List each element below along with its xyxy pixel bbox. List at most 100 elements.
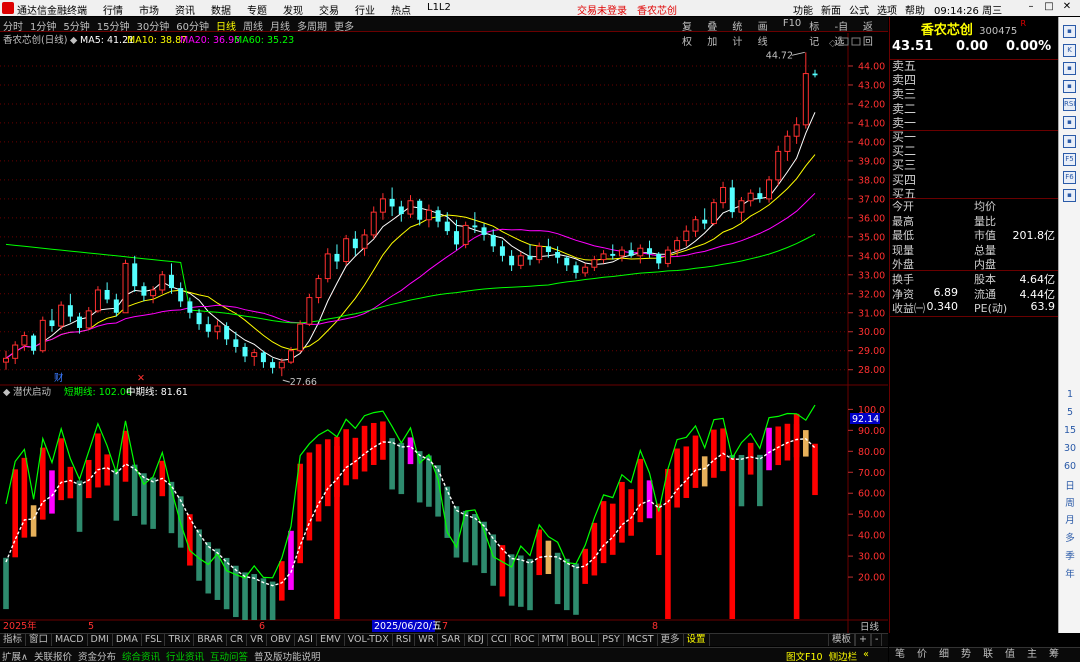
- indicator-tab-25[interactable]: 设置: [684, 634, 710, 646]
- tab-control-1[interactable]: +: [855, 634, 871, 646]
- indicator-tab-1[interactable]: 窗口: [26, 634, 53, 646]
- strip-period-10[interactable]: 年: [1059, 566, 1080, 580]
- ask-level-4[interactable]: 卖四: [892, 73, 916, 87]
- pen-icon[interactable]: ▪: [1063, 116, 1076, 129]
- period-tab-6[interactable]: 日线: [216, 18, 236, 33]
- indicator-tab-8[interactable]: CR: [227, 634, 248, 646]
- strip-period-1[interactable]: 5: [1059, 407, 1080, 418]
- strip-f6-icon[interactable]: F6: [1063, 171, 1076, 184]
- menu-topics[interactable]: 专题: [247, 2, 267, 17]
- menu-data[interactable]: 数据: [211, 2, 231, 17]
- indicator-tab-6[interactable]: TRIX: [165, 634, 195, 646]
- minimize-icon[interactable]: –: [1022, 1, 1040, 12]
- strip-period-0[interactable]: 1: [1059, 389, 1080, 400]
- menu-trade[interactable]: 交易: [319, 2, 339, 17]
- bottom-tab-1[interactable]: 关联报价: [34, 649, 72, 662]
- strip-f5-icon[interactable]: F5: [1063, 153, 1076, 166]
- bar-chart-icon[interactable]: ▪: [1063, 25, 1076, 38]
- indicator-tab-22[interactable]: PSY: [599, 634, 624, 646]
- bottom-right-tab-2[interactable]: «: [863, 649, 869, 662]
- period-tab-10[interactable]: 更多: [334, 18, 354, 33]
- bottom-tab-2[interactable]: 资金分布: [78, 649, 116, 662]
- event-marker-icon[interactable]: ✕: [137, 373, 145, 384]
- panel-tab-3[interactable]: 势: [955, 648, 977, 662]
- menu-help[interactable]: 帮助: [905, 2, 925, 17]
- grid-icon[interactable]: ▪: [1063, 135, 1076, 148]
- indicator-tab-13[interactable]: VOL-TDX: [345, 634, 393, 646]
- period-tab-8[interactable]: 月线: [270, 18, 290, 33]
- indicator-tab-5[interactable]: FSL: [142, 634, 166, 646]
- strip-period-6[interactable]: 周: [1059, 495, 1080, 509]
- candle-icon[interactable]: ▪: [1063, 80, 1076, 93]
- menu-formula[interactable]: 公式: [849, 2, 869, 17]
- tab-control-0[interactable]: 模板: [828, 634, 856, 646]
- period-tab-7[interactable]: 周线: [243, 18, 263, 33]
- menu-options[interactable]: 选项: [877, 2, 897, 17]
- bottom-tab-4[interactable]: 行业资讯: [166, 649, 204, 662]
- period-tab-5[interactable]: 60分钟: [176, 18, 209, 33]
- bid-level-3[interactable]: 买三: [892, 158, 916, 172]
- indicator-tab-7[interactable]: BRAR: [194, 634, 228, 646]
- table-icon[interactable]: ▪: [1063, 189, 1076, 202]
- tab-control-2[interactable]: -: [870, 634, 883, 646]
- panel-tab-6[interactable]: 主: [1021, 648, 1043, 662]
- panel-tab-4[interactable]: 联: [977, 648, 999, 662]
- indicator-tab-9[interactable]: VR: [247, 634, 268, 646]
- strip-k-icon[interactable]: K: [1063, 44, 1076, 57]
- menu-new-page[interactable]: 新面: [821, 2, 841, 17]
- trade-login-status[interactable]: 交易未登录: [577, 2, 627, 17]
- chart-svg[interactable]: 香农芯创(日线) ◆ MA5: 41.21 MA10: 38.87 MA20: …: [0, 33, 888, 633]
- strip-period-7[interactable]: 月: [1059, 512, 1080, 526]
- bid-level-1[interactable]: 买一: [892, 130, 916, 144]
- indicator-tab-17[interactable]: KDJ: [465, 634, 488, 646]
- strip-period-5[interactable]: 日: [1059, 478, 1080, 492]
- financial-report-marker[interactable]: 财: [54, 372, 64, 384]
- menu-hot[interactable]: 热点: [391, 2, 411, 17]
- indicator-tab-23[interactable]: MCST: [624, 634, 658, 646]
- indicator-tab-10[interactable]: OBV: [267, 634, 295, 646]
- maximize-chart-icon[interactable]: [851, 37, 861, 46]
- indicator-tab-3[interactable]: DMI: [88, 634, 113, 646]
- indicator-tab-16[interactable]: SAR: [438, 634, 465, 646]
- indicator-tab-21[interactable]: BOLL: [568, 634, 600, 646]
- period-tab-4[interactable]: 30分钟: [136, 18, 169, 33]
- ask-level-2[interactable]: 卖二: [892, 102, 916, 116]
- period-tab-3[interactable]: 15分钟: [97, 18, 130, 33]
- menu-market[interactable]: 市场: [139, 2, 159, 17]
- indicator-tab-11[interactable]: ASI: [295, 634, 317, 646]
- bottom-tab-0[interactable]: 扩展∧: [2, 649, 28, 662]
- bottom-right-tab-1[interactable]: 侧边栏: [829, 649, 858, 662]
- indicator-tab-0[interactable]: 指标: [0, 634, 27, 646]
- indicator-toggle-icon[interactable]: ◆: [3, 387, 11, 398]
- period-tab-2[interactable]: 5分钟: [63, 18, 89, 33]
- period-tab-0[interactable]: 分时: [3, 18, 23, 33]
- strip-period-4[interactable]: 60: [1059, 461, 1080, 472]
- strip-period-3[interactable]: 30: [1059, 443, 1080, 454]
- indicator-tab-12[interactable]: EMV: [317, 634, 345, 646]
- bottom-tab-3[interactable]: 综合资讯: [122, 649, 160, 662]
- panel-tab-5[interactable]: 值: [999, 648, 1021, 662]
- bid-level-4[interactable]: 买四: [892, 173, 916, 187]
- panel-tab-7[interactable]: 筹: [1043, 648, 1065, 662]
- menu-news[interactable]: 资讯: [175, 2, 195, 17]
- indicator-tab-2[interactable]: MACD: [52, 634, 88, 646]
- strip-period-8[interactable]: 多: [1059, 530, 1080, 544]
- indicator-tab-20[interactable]: MTM: [539, 634, 568, 646]
- close-icon[interactable]: ✕: [1058, 1, 1076, 12]
- kline-chart-area[interactable]: 香农芯创(日线) ◆ MA5: 41.21 MA10: 38.87 MA20: …: [0, 33, 888, 633]
- bottom-tab-6[interactable]: 普及版功能说明: [254, 649, 321, 662]
- bid-level-2[interactable]: 买二: [892, 144, 916, 158]
- maximize-icon[interactable]: □: [1040, 1, 1058, 12]
- menu-functions[interactable]: 功能: [793, 2, 813, 17]
- indicator-tab-18[interactable]: CCI: [488, 634, 511, 646]
- diamond-icon[interactable]: ◇: [829, 38, 837, 49]
- panel-tab-0[interactable]: 笔: [889, 648, 911, 662]
- menu-industry[interactable]: 行业: [355, 2, 375, 17]
- period-tab-1[interactable]: 1分钟: [30, 18, 56, 33]
- line-chart-icon[interactable]: ▪: [1063, 62, 1076, 75]
- panel-tab-2[interactable]: 细: [933, 648, 955, 662]
- ask-level-5[interactable]: 卖五: [892, 59, 916, 73]
- strip-period-2[interactable]: 15: [1059, 425, 1080, 436]
- menu-l1l2[interactable]: L1L2: [427, 2, 451, 17]
- menu-discover[interactable]: 发现: [283, 2, 303, 17]
